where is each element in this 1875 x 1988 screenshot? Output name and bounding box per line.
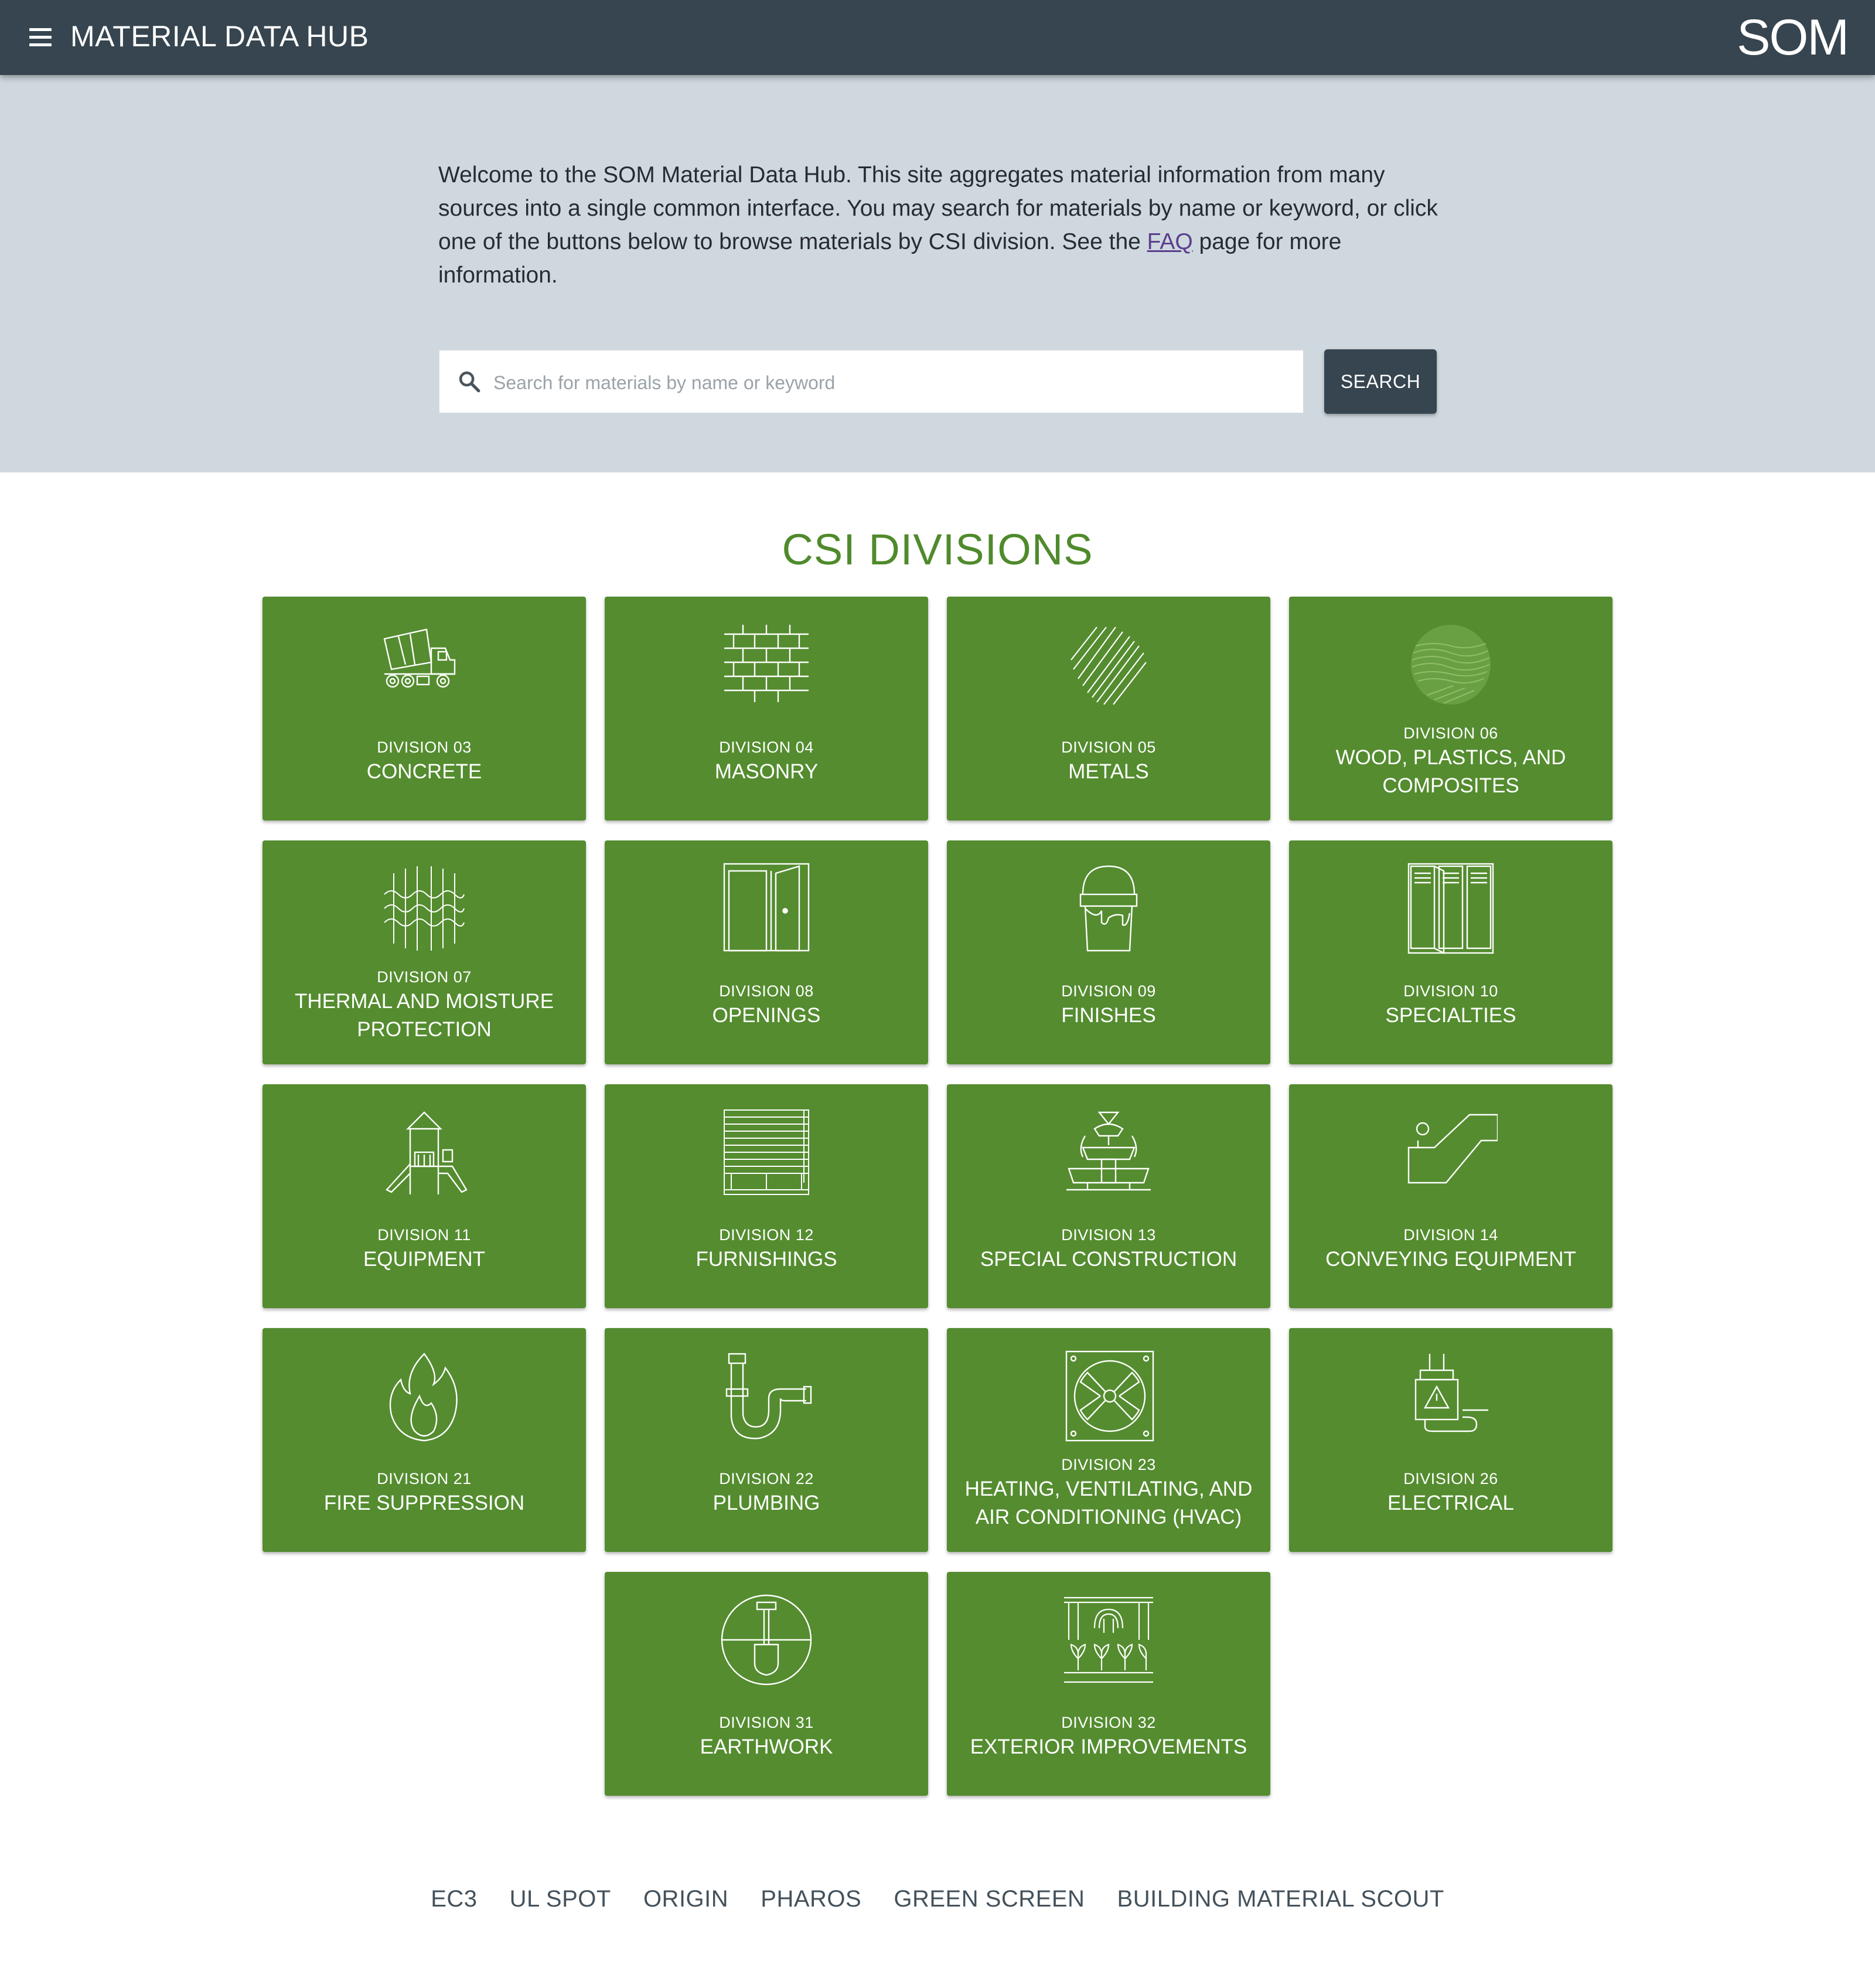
division-name: ELECTRICAL — [1388, 1492, 1514, 1514]
division-card-10[interactable]: DIVISION 10 SPECIALTIES — [1289, 840, 1612, 1064]
division-number: DIVISION 04 — [719, 738, 814, 756]
division-card-22[interactable]: DIVISION 22 PLUMBING — [605, 1328, 928, 1552]
hero-section: Welcome to the SOM Material Data Hub. Th… — [0, 75, 1875, 472]
planters-irrigation-icon — [1062, 1593, 1155, 1687]
division-number: DIVISION 08 — [719, 982, 814, 1000]
lockers-icon — [1404, 862, 1498, 955]
division-card-08[interactable]: DIVISION 08 OPENINGS — [605, 840, 928, 1064]
division-number: DIVISION 03 — [377, 738, 472, 756]
division-name: OPENINGS — [712, 1004, 821, 1027]
division-name: FINISHES — [1061, 1004, 1156, 1027]
division-name: EXTERIOR IMPROVEMENTS — [970, 1735, 1247, 1758]
division-card-06[interactable]: DIVISION 06 WOOD, PLASTICS, AND COMPOSITE… — [1289, 597, 1612, 821]
division-card-09[interactable]: DIVISION 09 FINISHES — [947, 840, 1270, 1064]
fountain-icon — [1062, 1105, 1155, 1199]
link-origin[interactable]: ORIGIN — [643, 1886, 728, 1912]
concrete-mixer-truck-icon — [377, 618, 471, 712]
paint-bucket-icon — [1062, 862, 1155, 955]
division-name: FURNISHINGS — [696, 1248, 837, 1271]
division-number: DIVISION 09 — [1061, 982, 1156, 1000]
division-name: SPECIALTIES — [1385, 1004, 1516, 1027]
flame-icon — [377, 1349, 471, 1443]
division-name: MASONRY — [714, 760, 819, 783]
division-number: DIVISION 14 — [1403, 1226, 1498, 1244]
division-name: PLUMBING — [712, 1492, 820, 1514]
division-name: WOOD, PLASTICS, AND COMPOSITES — [1335, 746, 1566, 797]
division-number: DIVISION 22 — [719, 1470, 814, 1487]
division-number: DIVISION 11 — [377, 1226, 471, 1244]
section-title: CSI DIVISIONS — [782, 525, 1093, 574]
division-number: DIVISION 12 — [719, 1226, 814, 1244]
division-name: THERMAL AND MOISTURE PROTECTION — [294, 990, 554, 1041]
division-card-21[interactable]: DIVISION 21 FIRE SUPPRESSION — [262, 1328, 586, 1552]
division-name: SPECIAL CONSTRUCTION — [980, 1248, 1238, 1271]
wood-grain-icon — [1404, 618, 1498, 712]
som-logo[interactable]: SOM — [1737, 8, 1849, 67]
brick-wall-icon — [720, 618, 813, 712]
division-card-05[interactable]: DIVISION 05 METALS — [947, 597, 1270, 821]
division-card-04[interactable]: DIVISION 04 MASONRY — [605, 597, 928, 821]
search-input[interactable] — [492, 362, 1291, 403]
door-icon — [720, 862, 813, 955]
division-number: DIVISION 13 — [1061, 1226, 1156, 1244]
division-number: DIVISION 06 — [1403, 724, 1498, 742]
division-card-13[interactable]: DIVISION 13 SPECIAL CONSTRUCTION — [947, 1084, 1270, 1308]
window-blinds-icon — [720, 1105, 813, 1199]
division-number: DIVISION 23 — [1061, 1456, 1156, 1473]
pipe-trap-icon — [720, 1349, 813, 1443]
division-name: HEATING, VENTILATING, AND AIR CONDITIONI… — [964, 1478, 1253, 1529]
division-name: METALS — [1068, 760, 1149, 783]
search-icon — [459, 371, 480, 393]
division-number: DIVISION 07 — [377, 968, 472, 986]
link-ec3[interactable]: EC3 — [431, 1886, 477, 1912]
division-card-03[interactable]: DIVISION 03 CONCRETE — [262, 597, 586, 821]
search-button[interactable]: SEARCH — [1324, 349, 1437, 414]
division-card-23[interactable]: DIVISION 23 HEATING, VENTILATING, AND AIR… — [947, 1328, 1270, 1552]
division-number: DIVISION 32 — [1061, 1714, 1156, 1731]
escalator-icon — [1404, 1105, 1498, 1199]
division-card-12[interactable]: DIVISION 12 FURNISHINGS — [605, 1084, 928, 1308]
metal-texture-icon — [1062, 618, 1155, 712]
division-name: EQUIPMENT — [363, 1248, 486, 1271]
link-building-material-scout[interactable]: BUILDING MATERIAL SCOUT — [1117, 1886, 1444, 1912]
app-bar: MATERIAL DATA HUB SOM — [0, 0, 1875, 75]
search-box[interactable] — [438, 349, 1304, 414]
division-number: DIVISION 21 — [377, 1470, 472, 1487]
link-pharos[interactable]: PHAROS — [761, 1886, 861, 1912]
division-name: FIRE SUPPRESSION — [323, 1492, 525, 1514]
playground-icon — [377, 1105, 471, 1199]
shovel-icon — [720, 1593, 813, 1687]
hamburger-menu-icon[interactable] — [29, 26, 54, 49]
division-name: CONVEYING EQUIPMENT — [1325, 1248, 1576, 1271]
link-green-screen[interactable]: GREEN SCREEN — [894, 1886, 1085, 1912]
app-title[interactable]: MATERIAL DATA HUB — [70, 18, 369, 55]
exhaust-fan-icon — [1062, 1349, 1155, 1443]
division-number: DIVISION 31 — [719, 1714, 814, 1731]
external-source-links: EC3 UL SPOT ORIGIN PHAROS GREEN SCREEN B… — [0, 1881, 1875, 1916]
insulation-icon — [377, 862, 471, 955]
electric-plug-icon — [1404, 1349, 1498, 1443]
faq-link[interactable]: FAQ — [1147, 229, 1193, 254]
division-card-26[interactable]: DIVISION 26 ELECTRICAL — [1289, 1328, 1612, 1552]
division-number: DIVISION 26 — [1403, 1470, 1498, 1487]
division-card-14[interactable]: DIVISION 14 CONVEYING EQUIPMENT — [1289, 1084, 1612, 1308]
division-card-07[interactable]: DIVISION 07 THERMAL AND MOISTURE PROTECTI… — [262, 840, 586, 1064]
division-card-31[interactable]: DIVISION 31 EARTHWORK — [605, 1572, 928, 1796]
intro-text: Welcome to the SOM Material Data Hub. Th… — [438, 158, 1446, 292]
division-number: DIVISION 05 — [1061, 738, 1156, 756]
division-name: EARTHWORK — [700, 1735, 833, 1758]
division-name: CONCRETE — [366, 760, 482, 783]
link-ul-spot[interactable]: UL SPOT — [510, 1886, 611, 1912]
division-card-11[interactable]: DIVISION 11 EQUIPMENT — [262, 1084, 586, 1308]
division-number: DIVISION 10 — [1403, 982, 1498, 1000]
division-card-32[interactable]: DIVISION 32 EXTERIOR IMPROVEMENTS — [947, 1572, 1270, 1796]
